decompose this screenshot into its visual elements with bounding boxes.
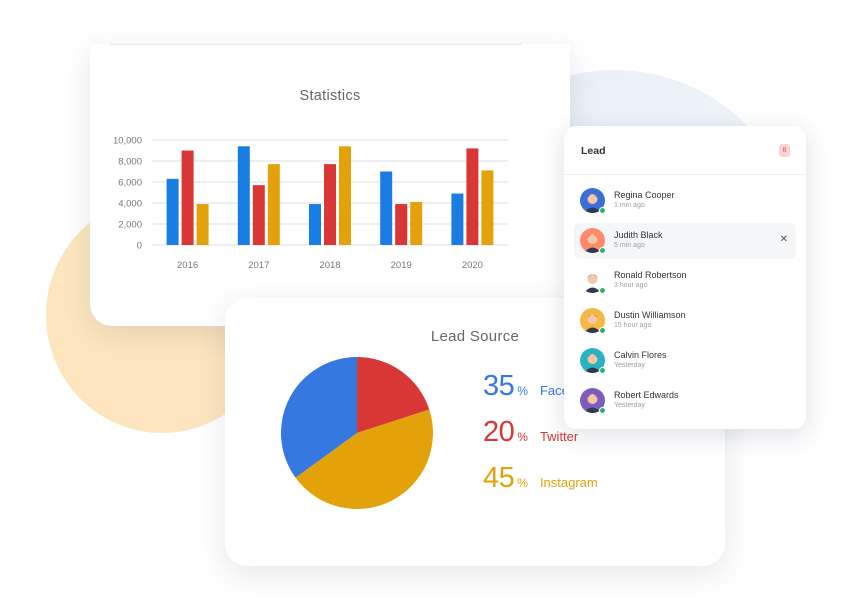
online-status-dot (599, 287, 606, 294)
online-status-dot (599, 207, 606, 214)
lead-panel-title: Lead (581, 145, 606, 157)
percent-sign: % (517, 384, 528, 398)
bar (267, 164, 280, 245)
bar (324, 164, 336, 245)
y-tick-label: 8,000 (118, 157, 142, 168)
x-tick-label: 2018 (319, 260, 340, 271)
lead-time: 3 hour ago (614, 282, 648, 289)
percent-sign: % (517, 476, 528, 490)
lead-source-percent: 35 (483, 370, 515, 402)
bar (237, 146, 250, 245)
online-status-dot (599, 327, 606, 334)
lead-time: 1 min ago (614, 202, 645, 209)
bar (466, 148, 479, 245)
y-tick-label: 6,000 (118, 178, 142, 189)
lead-source-label: Instagram (539, 475, 598, 490)
x-tick-label: 2020 (462, 260, 483, 271)
x-tick-label: 2019 (391, 260, 412, 271)
y-tick-label: 0 (137, 241, 142, 252)
lead-source-label: Twitter (539, 429, 579, 444)
y-tick-label: 2,000 (118, 220, 142, 231)
bar (309, 204, 321, 245)
lead-name: Judith Black (614, 230, 663, 240)
lead-list-item[interactable]: Ronald Robertson 3 hour ago (574, 263, 796, 299)
bar (451, 193, 464, 245)
lead-name: Calvin Flores (614, 350, 667, 360)
lead-source-percent: 20 (483, 416, 515, 448)
lead-name: Ronald Robertson (614, 270, 687, 280)
lead-panel-header: Lead 8 (564, 126, 806, 175)
lead-source-percent: 45 (483, 462, 515, 494)
lead-list-item[interactable]: Calvin Flores Yesterday (574, 343, 796, 379)
lead-panel: Lead 8 Regina Cooper 1 min ago Judith Bla… (564, 126, 806, 429)
close-icon[interactable]: ✕ (780, 234, 788, 246)
lead-list-item[interactable]: Regina Cooper 1 min ago (574, 183, 796, 219)
lead-source-pie-chart (281, 357, 433, 510)
online-status-dot (599, 367, 606, 374)
lead-name: Dustin Williamson (614, 310, 686, 320)
x-tick-label: 2017 (248, 260, 269, 271)
online-status-dot (599, 247, 606, 254)
lead-name: Robert Edwards (614, 390, 679, 400)
lead-list-item[interactable]: Judith Black 5 min ago ✕ (574, 223, 796, 259)
statistics-bar-chart: 10,000 8,000 6,000 4,000 2,000 0 2016 2017 2018 2… (113, 136, 508, 271)
lead-list-item[interactable]: Robert Edwards Yesterday (574, 383, 796, 419)
percent-sign: % (517, 430, 528, 444)
lead-list-item[interactable]: Dustin Williamson 15 hour ago (574, 303, 796, 339)
bar (410, 201, 423, 245)
bar (339, 146, 351, 245)
bar (252, 185, 265, 245)
lead-time: Yesterday (614, 402, 645, 409)
online-status-dot (599, 407, 606, 414)
bar (181, 150, 194, 245)
lead-name: Regina Cooper (614, 190, 675, 200)
lead-source-item: 45% Instagram (483, 462, 598, 495)
statistics-card: Statistics 10,000 8,000 6,000 4,000 2,000 0 20… (90, 44, 570, 326)
y-tick-label: 10,000 (113, 136, 142, 147)
bar (196, 204, 209, 245)
bar (166, 178, 179, 245)
lead-time: Yesterday (614, 362, 645, 369)
bar (380, 171, 393, 245)
x-tick-label: 2016 (177, 260, 198, 271)
lead-count-badge: 8 (779, 144, 790, 157)
bar (395, 204, 408, 245)
bar (481, 170, 494, 245)
lead-time: 5 min ago (614, 242, 645, 249)
y-tick-label: 4,000 (118, 199, 142, 210)
lead-time: 15 hour ago (614, 322, 652, 329)
